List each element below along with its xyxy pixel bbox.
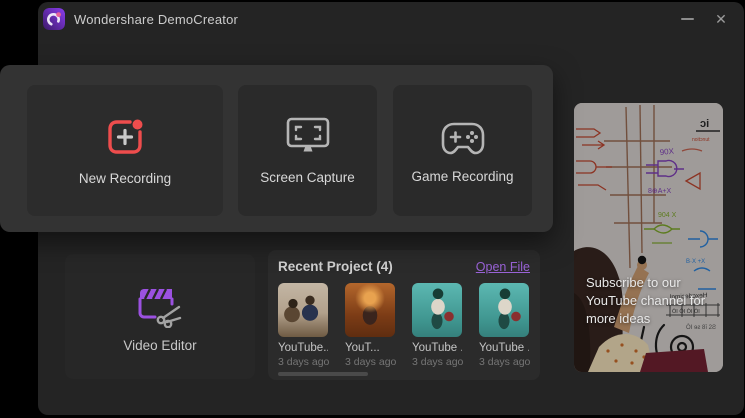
- project-name: YouT...: [345, 342, 380, 354]
- recent-scrollbar[interactable]: [278, 372, 368, 376]
- screen-capture-card[interactable]: Screen Capture: [238, 85, 377, 216]
- project-thumbnail: [412, 283, 462, 337]
- window-controls: ✕: [674, 6, 734, 32]
- video-editor-card[interactable]: Video Editor: [65, 254, 255, 379]
- screen-capture-icon: [286, 117, 329, 152]
- promo-text: Subscribe to our YouTube channel for mor…: [586, 274, 705, 328]
- project-age: 3 days ago: [345, 356, 397, 368]
- video-editor-icon: [138, 288, 182, 328]
- project-name: YouTube...: [278, 342, 328, 354]
- recording-options-panel: New Recording Screen Capture Game Record…: [0, 65, 553, 232]
- promo-line: YouTube channel for: [586, 293, 706, 308]
- app-screen: Wondershare DemoCreator ✕ Video Editor R…: [0, 0, 745, 418]
- recent-projects-title: Recent Project (4): [278, 259, 393, 274]
- new-recording-icon: [108, 119, 143, 154]
- app-title: Wondershare DemoCreator: [74, 11, 239, 27]
- minimize-button[interactable]: [674, 6, 700, 32]
- project-name: YouTube ..: [479, 342, 529, 354]
- recent-projects-list: YouTube... 3 days ago YouT... 3 days ago…: [278, 283, 530, 368]
- promo-line: Subscribe to our: [586, 275, 681, 290]
- open-file-link[interactable]: Open File: [476, 260, 530, 274]
- project-item[interactable]: YouT... 3 days ago: [345, 283, 397, 368]
- whiteboard-photo: 90X 8⊕A+X 904 X B·X +X ɔi noitɔnut lɒmiɔ…: [574, 103, 723, 372]
- game-recording-label: Game Recording: [411, 169, 514, 184]
- recent-projects-header: Recent Project (4) Open File: [278, 259, 530, 274]
- project-age: 3 days ago: [412, 356, 464, 368]
- new-recording-card[interactable]: New Recording: [27, 85, 223, 216]
- project-name: YouTube ..: [412, 342, 462, 354]
- video-editor-label: Video Editor: [123, 338, 197, 353]
- screen-capture-label: Screen Capture: [260, 170, 355, 185]
- project-item[interactable]: YouTube .. 3 days ago: [479, 283, 531, 368]
- recent-projects-panel: Recent Project (4) Open File YouTube... …: [268, 250, 540, 380]
- promo-line: more ideas: [586, 311, 651, 326]
- project-thumbnail: [345, 283, 395, 337]
- app-logo-icon: [43, 8, 65, 30]
- project-thumbnail: [278, 283, 328, 337]
- minimize-icon: [680, 18, 694, 20]
- project-age: 3 days ago: [278, 356, 330, 368]
- new-recording-label: New Recording: [78, 171, 172, 186]
- close-button[interactable]: ✕: [708, 6, 734, 32]
- project-item[interactable]: YouTube... 3 days ago: [278, 283, 330, 368]
- game-recording-card[interactable]: Game Recording: [393, 85, 532, 216]
- project-thumbnail: [479, 283, 529, 337]
- promo-banner[interactable]: 90X 8⊕A+X 904 X B·X +X ɔi noitɔnut lɒmiɔ…: [574, 103, 723, 372]
- project-age: 3 days ago: [479, 356, 531, 368]
- project-item[interactable]: YouTube .. 3 days ago: [412, 283, 464, 368]
- game-recording-icon: [441, 122, 484, 155]
- titlebar: Wondershare DemoCreator ✕: [38, 2, 744, 36]
